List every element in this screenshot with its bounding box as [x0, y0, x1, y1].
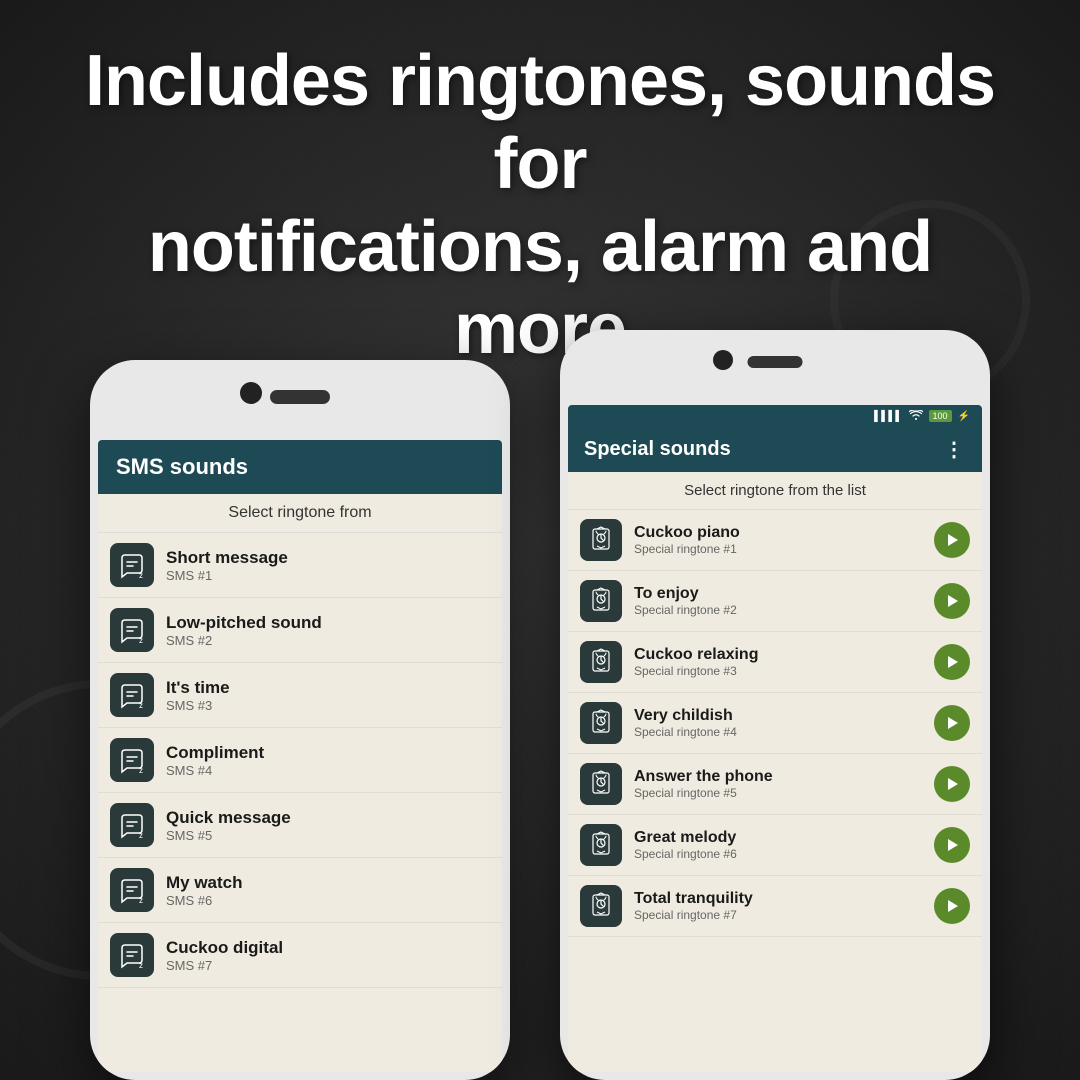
play-button-7[interactable]	[934, 888, 970, 924]
sms-app-header: SMS sounds	[98, 440, 502, 494]
play-button-3[interactable]	[934, 644, 970, 680]
list-item[interactable]: Answer the phone Special ringtone #5	[568, 754, 982, 815]
camera-right	[713, 350, 733, 370]
list-item[interactable]: z Short message SMS #1	[98, 533, 502, 598]
notch-left	[270, 390, 330, 404]
special-info-1: Cuckoo piano Special ringtone #1	[634, 524, 934, 556]
play-button-6[interactable]	[934, 827, 970, 863]
cuckoo-clock-icon-2	[580, 580, 622, 622]
special-app-header: Special sounds ⋮	[568, 427, 982, 472]
sms-subheader: Select ringtone from	[98, 494, 502, 533]
svg-text:z: z	[139, 831, 143, 840]
svg-text:z: z	[139, 701, 143, 710]
list-item[interactable]: Great melody Special ringtone #6	[568, 815, 982, 876]
special-header-title: Special sounds	[584, 438, 731, 461]
notch-right	[748, 356, 803, 368]
list-item[interactable]: z It's time SMS #3	[98, 663, 502, 728]
sms-icon-1: z	[110, 543, 154, 587]
cuckoo-clock-icon-3	[580, 641, 622, 683]
cuckoo-clock-icon-5	[580, 763, 622, 805]
screen-right: ▌▌▌▌ 100 ⚡ Special sounds ⋮ Select ringt…	[568, 405, 982, 1072]
screen-left: SMS sounds Select ringtone from z Short …	[98, 440, 502, 1072]
play-button-1[interactable]	[934, 522, 970, 558]
sms-icon-5: z	[110, 803, 154, 847]
sms-icon-3: z	[110, 673, 154, 717]
sms-info-2: Low-pitched sound SMS #2	[166, 613, 322, 648]
camera-left	[240, 382, 262, 404]
list-item[interactable]: z Quick message SMS #5	[98, 793, 502, 858]
sms-icon-2: z	[110, 608, 154, 652]
cuckoo-clock-icon-4	[580, 702, 622, 744]
list-item[interactable]: Very childish Special ringtone #4	[568, 693, 982, 754]
status-bar: ▌▌▌▌ 100 ⚡	[568, 405, 982, 427]
sms-info-3: It's time SMS #3	[166, 678, 230, 713]
list-item[interactable]: To enjoy Special ringtone #2	[568, 571, 982, 632]
svg-text:z: z	[139, 961, 143, 970]
sms-icon-4: z	[110, 738, 154, 782]
phone-left: SMS sounds Select ringtone from z Short …	[90, 360, 510, 1080]
special-info-3: Cuckoo relaxing Special ringtone #3	[634, 646, 934, 678]
svg-text:z: z	[139, 636, 143, 645]
special-info-7: Total tranquility Special ringtone #7	[634, 890, 934, 922]
list-item[interactable]: z My watch SMS #6	[98, 858, 502, 923]
special-subheader: Select ringtone from the list	[568, 472, 982, 510]
sms-info-6: My watch SMS #6	[166, 873, 243, 908]
svg-text:z: z	[139, 896, 143, 905]
battery-icon: 100	[929, 410, 952, 422]
menu-dots-icon[interactable]: ⋮	[944, 437, 966, 462]
special-info-2: To enjoy Special ringtone #2	[634, 585, 934, 617]
phone-right: ▌▌▌▌ 100 ⚡ Special sounds ⋮ Select ringt…	[560, 330, 990, 1080]
list-item[interactable]: Cuckoo relaxing Special ringtone #3	[568, 632, 982, 693]
phones-container: SMS sounds Select ringtone from z Short …	[90, 300, 990, 1080]
sms-info-4: Compliment SMS #4	[166, 743, 264, 778]
cuckoo-clock-icon-7	[580, 885, 622, 927]
list-item[interactable]: z Low-pitched sound SMS #2	[98, 598, 502, 663]
play-button-2[interactable]	[934, 583, 970, 619]
special-info-6: Great melody Special ringtone #6	[634, 829, 934, 861]
play-button-4[interactable]	[934, 705, 970, 741]
cuckoo-clock-icon-6	[580, 824, 622, 866]
sms-info-5: Quick message SMS #5	[166, 808, 291, 843]
play-button-5[interactable]	[934, 766, 970, 802]
list-item[interactable]: z Cuckoo digital SMS #7	[98, 923, 502, 988]
sms-info-1: Short message SMS #1	[166, 548, 288, 583]
wifi-icon	[909, 410, 923, 423]
sms-icon-7: z	[110, 933, 154, 977]
list-item[interactable]: Total tranquility Special ringtone #7	[568, 876, 982, 937]
list-item[interactable]: z Compliment SMS #4	[98, 728, 502, 793]
signal-icon: ▌▌▌▌	[874, 411, 902, 422]
sms-icon-6: z	[110, 868, 154, 912]
special-info-4: Very childish Special ringtone #4	[634, 707, 934, 739]
sms-header-title: SMS sounds	[116, 454, 248, 479]
sms-info-7: Cuckoo digital SMS #7	[166, 938, 283, 973]
special-info-5: Answer the phone Special ringtone #5	[634, 768, 934, 800]
charge-icon: ⚡	[958, 411, 970, 422]
cuckoo-clock-icon-1	[580, 519, 622, 561]
list-item[interactable]: Cuckoo piano Special ringtone #1	[568, 510, 982, 571]
svg-text:z: z	[139, 571, 143, 580]
svg-text:z: z	[139, 766, 143, 775]
